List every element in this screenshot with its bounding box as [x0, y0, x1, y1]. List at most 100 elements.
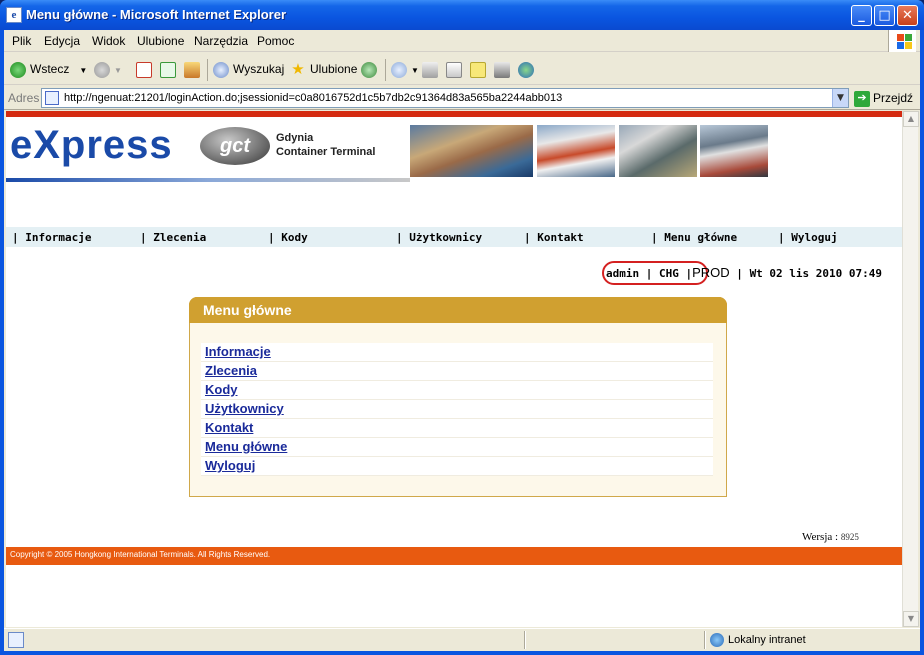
- history-button[interactable]: [361, 59, 381, 79]
- page-footer: Copyright © 2005 Hongkong International …: [6, 547, 902, 565]
- browser-chrome: Plik Edycja Widok Ulubione Narzędzia Pom…: [4, 30, 920, 651]
- go-button[interactable]: ➔ Przejdź: [854, 89, 913, 107]
- nav-informacje[interactable]: | Informacje: [12, 231, 91, 244]
- version-number: 8925: [840, 532, 859, 542]
- go-arrow-icon: ➔: [854, 90, 870, 107]
- forward-arrow-icon: [94, 61, 110, 78]
- address-dropdown-icon[interactable]: ▼: [832, 89, 848, 107]
- title-bar: e Menu główne - Microsoft Internet Explo…: [0, 0, 924, 30]
- discuss-button[interactable]: [470, 59, 490, 79]
- express-logo: eXpress: [10, 123, 173, 167]
- version-label: Wersja: [802, 531, 833, 543]
- page-content: eXpress gct Gdynia Container Terminal | …: [6, 111, 902, 627]
- back-dropdown-icon[interactable]: ▼: [79, 66, 87, 75]
- back-button[interactable]: Wstecz ▼: [10, 59, 87, 79]
- link-wyloguj[interactable]: Wyloguj: [201, 457, 713, 476]
- minimize-button[interactable]: _: [851, 5, 872, 26]
- company-name-line2: Container Terminal: [276, 146, 376, 158]
- zone-label: Lokalny intranet: [728, 633, 806, 646]
- copyright-text: Copyright © 2005 Hongkong International …: [10, 550, 271, 559]
- menu-narzedzia[interactable]: Narzędzia: [194, 34, 248, 48]
- vertical-scrollbar[interactable]: ▲ ▼: [902, 111, 919, 627]
- browser-window: e Menu główne - Microsoft Internet Explo…: [0, 0, 924, 655]
- go-label: Przejdź: [873, 91, 914, 105]
- ie-page-icon: e: [6, 7, 22, 23]
- address-input[interactable]: http://ngenuat:21201/loginAction.do;jses…: [41, 88, 849, 108]
- messenger-button[interactable]: [518, 59, 538, 79]
- address-url[interactable]: http://ngenuat:21201/loginAction.do;jses…: [64, 92, 562, 104]
- status-bar: Lokalny intranet: [4, 628, 920, 650]
- nav-wyloguj[interactable]: | Wyloguj: [778, 231, 838, 244]
- discuss-icon: [470, 61, 486, 78]
- search-icon: [213, 61, 229, 78]
- nav-kody[interactable]: | Kody: [268, 231, 308, 244]
- print-icon: [422, 61, 438, 78]
- scroll-up-icon[interactable]: ▲: [903, 111, 919, 127]
- favorites-button[interactable]: ★ Ulubione: [290, 59, 357, 79]
- address-label: Adres: [8, 91, 40, 105]
- print-button[interactable]: [422, 59, 442, 79]
- session-info: admin | CHG |PROD | Wt 02 lis 2010 07:49: [606, 265, 883, 280]
- menu-pomoc[interactable]: Pomoc: [257, 34, 294, 48]
- status-divider: [524, 631, 526, 649]
- menu-widok[interactable]: Widok: [92, 34, 125, 48]
- forward-button[interactable]: ▼: [94, 59, 122, 79]
- nav-zlecenia[interactable]: | Zlecenia: [140, 231, 206, 244]
- maximize-button[interactable]: □: [874, 5, 895, 26]
- menu-bar: Plik Edycja Widok Ulubione Narzędzia Pom…: [4, 30, 920, 52]
- link-zlecenia[interactable]: Zlecenia: [201, 362, 713, 381]
- refresh-button[interactable]: [160, 59, 180, 79]
- search-button[interactable]: Wyszukaj: [213, 59, 284, 79]
- address-bar: Adres http://ngenuat:21201/loginAction.d…: [4, 86, 920, 110]
- home-icon: [184, 61, 200, 78]
- refresh-icon: [160, 61, 176, 78]
- mail-icon: [391, 61, 407, 78]
- home-button[interactable]: [184, 59, 204, 79]
- link-menu-glowne[interactable]: Menu główne: [201, 438, 713, 457]
- session-env: PROD: [692, 265, 730, 280]
- company-name: Gdynia Container Terminal: [276, 131, 375, 159]
- gct-logo: gct: [200, 127, 270, 165]
- windows-logo-icon: [888, 30, 916, 52]
- favorites-label: Ulubione: [310, 62, 358, 76]
- status-page-icon: [8, 632, 24, 648]
- mail-button[interactable]: ▼: [391, 59, 419, 79]
- site-nav: | Informacje | Zlecenia | Kody | Użytkow…: [6, 227, 902, 247]
- panel-link-list: Informacje Zlecenia Kody Użytkownicy Kon…: [201, 343, 713, 476]
- intranet-zone-icon: [710, 633, 724, 647]
- back-arrow-icon: [10, 61, 26, 78]
- stop-icon: [136, 61, 152, 78]
- favorites-star-icon: ★: [291, 60, 305, 78]
- close-button[interactable]: ✕: [897, 5, 918, 26]
- menu-edycja[interactable]: Edycja: [44, 34, 80, 48]
- session-company: CHG: [659, 267, 679, 280]
- toolbar: Wstecz ▼ ▼ Wyszukaj ★ Ulubione ▼: [4, 53, 920, 85]
- edit-button[interactable]: [446, 59, 466, 79]
- history-icon: [361, 61, 377, 78]
- port-photo-stacker: [619, 125, 697, 177]
- research-button[interactable]: [494, 59, 514, 79]
- stop-button[interactable]: [136, 59, 156, 79]
- port-photo-aerial: [410, 125, 533, 177]
- panel-title: Menu główne: [203, 302, 292, 318]
- link-kody[interactable]: Kody: [201, 381, 713, 400]
- scroll-down-icon[interactable]: ▼: [903, 611, 919, 627]
- search-label: Wyszukaj: [233, 62, 285, 76]
- banner-underline: [6, 178, 410, 182]
- nav-menu-glowne[interactable]: | Menu główne: [651, 231, 737, 244]
- menu-ulubione[interactable]: Ulubione: [137, 34, 184, 48]
- link-kontakt[interactable]: Kontakt: [201, 419, 713, 438]
- back-label: Wstecz: [30, 62, 70, 76]
- nav-kontakt[interactable]: | Kontakt: [524, 231, 584, 244]
- edit-icon: [446, 61, 462, 78]
- link-informacje[interactable]: Informacje: [201, 343, 713, 362]
- security-zone: Lokalny intranet: [710, 633, 806, 647]
- nav-uzytkownicy[interactable]: | Użytkownicy: [396, 231, 482, 244]
- link-uzytkownicy[interactable]: Użytkownicy: [201, 400, 713, 419]
- session-datetime: Wt 02 lis 2010 07:49: [749, 267, 883, 280]
- mail-dropdown-icon[interactable]: ▼: [411, 66, 419, 75]
- menu-plik[interactable]: Plik: [12, 34, 31, 48]
- main-menu-panel: Menu główne Informacje Zlecenia Kody Uży…: [189, 297, 727, 497]
- forward-dropdown-icon[interactable]: ▼: [114, 66, 122, 75]
- panel-header: Menu główne: [189, 297, 727, 323]
